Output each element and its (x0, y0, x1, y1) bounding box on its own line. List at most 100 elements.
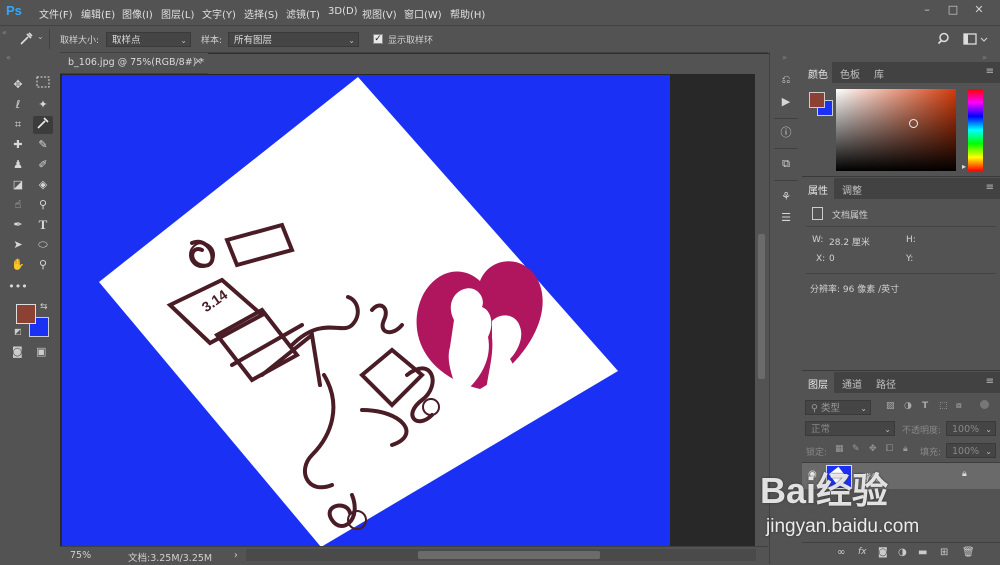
delete-layer-icon[interactable]: 🗑︎ (962, 547, 975, 558)
panel-menu-icon[interactable]: ≡ (986, 376, 994, 387)
search-icon[interactable] (937, 31, 953, 47)
actions-play-icon[interactable]: ▶ (777, 94, 795, 110)
smudge-tool-icon[interactable]: ☝ (8, 196, 28, 214)
x-value[interactable]: 0 (829, 254, 835, 264)
zoom-level[interactable]: 75% (70, 550, 91, 561)
zoom-tool-icon[interactable]: ⚲ (33, 256, 53, 274)
menu-item-1[interactable]: 编辑(E) (81, 6, 115, 21)
menu-item-5[interactable]: 选择(S) (244, 6, 278, 21)
filter-type-icon[interactable]: T (922, 401, 928, 411)
filter-smart-object-icon[interactable]: ⧇ (956, 401, 962, 411)
default-colors-icon[interactable]: ◩ (14, 327, 22, 336)
new-layer-icon[interactable]: ⊞ (940, 547, 948, 558)
menu-item-4[interactable]: 文字(Y) (202, 6, 236, 21)
sample-size-select[interactable]: 取样点 ⌄ (106, 32, 191, 47)
lock-position-icon[interactable]: ✥ (869, 444, 877, 454)
collapse-icons-icon[interactable]: » (782, 53, 787, 62)
screen-mode-icon[interactable]: ▣ (36, 345, 46, 358)
vertical-scroll-thumb[interactable] (758, 234, 765, 379)
lock-artboard-icon[interactable]: ⧠ (886, 444, 893, 454)
status-menu-arrow-icon[interactable]: › (234, 550, 238, 561)
tab-properties[interactable]: 属性 (808, 182, 828, 197)
swap-colors-icon[interactable]: ⇆ (40, 302, 48, 312)
paint-bucket-tool-icon[interactable]: ◈ (33, 176, 53, 194)
lock-all-icon[interactable]: 🔒︎ (903, 444, 908, 454)
history-brush-tool-icon[interactable]: ✐ (33, 156, 53, 174)
info-panel-icon[interactable]: ⓘ (777, 125, 795, 141)
clone-stamp-tool-icon[interactable]: ♟ (8, 156, 28, 174)
character-panel-icon[interactable]: ⧉ (777, 156, 795, 172)
lasso-tool-icon[interactable]: ℓ (8, 96, 28, 114)
show-sampling-ring-checkbox[interactable]: ✓ (373, 34, 383, 44)
pen-tool-icon[interactable]: ✒ (8, 216, 28, 234)
color-panel-foreground-swatch[interactable] (809, 92, 825, 108)
adjustment-sliders-icon[interactable]: ☰ (777, 210, 795, 226)
eyedropper-tool-icon[interactable] (33, 116, 53, 134)
menu-item-6[interactable]: 滤镜(T) (286, 6, 320, 21)
horizontal-scroll-thumb[interactable] (418, 551, 600, 559)
sample-layers-select[interactable]: 所有图层 ⌄ (228, 32, 359, 47)
lock-transparent-icon[interactable]: ▦ (835, 444, 844, 454)
collapse-panels-icon[interactable]: » (982, 53, 987, 62)
filter-toggle-icon[interactable] (980, 400, 989, 409)
menu-item-7[interactable]: 3D(D) (328, 6, 358, 17)
image-canvas[interactable]: 3.14 (62, 75, 670, 547)
tab-layers[interactable]: 图层 (808, 376, 828, 391)
tab-libraries[interactable]: 库 (874, 66, 884, 81)
width-value[interactable]: 28.2 厘米 (829, 235, 870, 248)
chevron-down-icon[interactable]: ⌄ (37, 32, 44, 41)
more-tools-icon[interactable]: ••• (8, 278, 28, 296)
menu-item-2[interactable]: 图像(I) (122, 6, 153, 21)
tab-color[interactable]: 颜色 (808, 66, 828, 81)
lock-image-icon[interactable]: ✎ (852, 444, 860, 454)
workspace-switcher-icon[interactable] (962, 31, 990, 47)
hue-slider[interactable] (968, 89, 983, 171)
opacity-input[interactable]: 100% ⌄ (946, 421, 996, 436)
link-layers-icon[interactable]: ∞ (837, 547, 845, 558)
new-group-icon[interactable]: ▬ (918, 547, 927, 558)
close-tab-icon[interactable]: × (194, 56, 202, 67)
menu-item-0[interactable]: 文件(F) (39, 6, 73, 21)
rectangle-marquee-tool-icon[interactable] (33, 76, 53, 94)
minimize-button[interactable]: – (918, 3, 936, 17)
filter-adjustment-icon[interactable]: ◑ (904, 401, 912, 411)
menu-item-9[interactable]: 窗口(W) (404, 6, 442, 21)
menu-item-3[interactable]: 图层(L) (161, 6, 194, 21)
brush-tool-icon[interactable]: ✎ (33, 136, 53, 154)
hand-tool-icon[interactable]: ✋ (8, 256, 28, 274)
panel-menu-icon[interactable]: ≡ (986, 182, 994, 193)
menu-item-10[interactable]: 帮助(H) (450, 6, 485, 21)
blend-mode-select[interactable]: 正常 ⌄ (805, 421, 895, 436)
layer-style-icon[interactable]: fx (858, 547, 867, 557)
type-tool-icon[interactable]: T (33, 216, 53, 234)
eyedropper-tool-preset-icon[interactable] (18, 31, 34, 47)
tab-paths[interactable]: 路径 (876, 376, 896, 391)
add-mask-icon[interactable]: ◙ (878, 547, 888, 558)
move-tool-icon[interactable]: ✥ (8, 76, 28, 94)
fill-input[interactable]: 100% ⌄ (946, 443, 996, 458)
document-tab[interactable]: b_106.jpg @ 75%(RGB/8#) * × (60, 52, 208, 74)
filter-shape-icon[interactable]: ⬚ (939, 401, 948, 411)
hue-slider-handle-icon[interactable]: ▸ (962, 162, 966, 171)
dodge-tool-icon[interactable]: ⚲ (33, 196, 53, 214)
menu-item-8[interactable]: 视图(V) (362, 6, 397, 21)
filter-pixel-icon[interactable]: ▨ (886, 401, 895, 411)
brush-settings-icon[interactable]: ⚘ (777, 189, 795, 205)
color-field[interactable] (836, 89, 956, 171)
close-window-button[interactable]: ✕ (970, 3, 988, 17)
adjustment-layer-icon[interactable]: ◑ (898, 547, 907, 558)
healing-brush-tool-icon[interactable]: ✚ (8, 136, 28, 154)
foreground-color-swatch-front[interactable] (16, 304, 36, 324)
collapse-toolbar-icon[interactable]: « (6, 53, 11, 62)
color-picker-marker[interactable] (909, 119, 918, 128)
tab-swatches[interactable]: 色板 (840, 66, 860, 81)
history-panel-icon[interactable]: ⎌ (777, 72, 795, 88)
horizontal-scrollbar[interactable] (246, 549, 756, 561)
eraser-tool-icon[interactable]: ◪ (8, 176, 28, 194)
layer-filter-select[interactable]: ⚲ 类型 ⌄ (805, 400, 871, 415)
ellipse-tool-icon[interactable]: ⬭ (33, 236, 53, 254)
panel-menu-icon[interactable]: ≡ (986, 66, 994, 77)
maximize-button[interactable]: □ (944, 3, 962, 17)
path-selection-tool-icon[interactable]: ➤ (8, 236, 28, 254)
magic-wand-tool-icon[interactable]: ✦ (33, 96, 53, 114)
